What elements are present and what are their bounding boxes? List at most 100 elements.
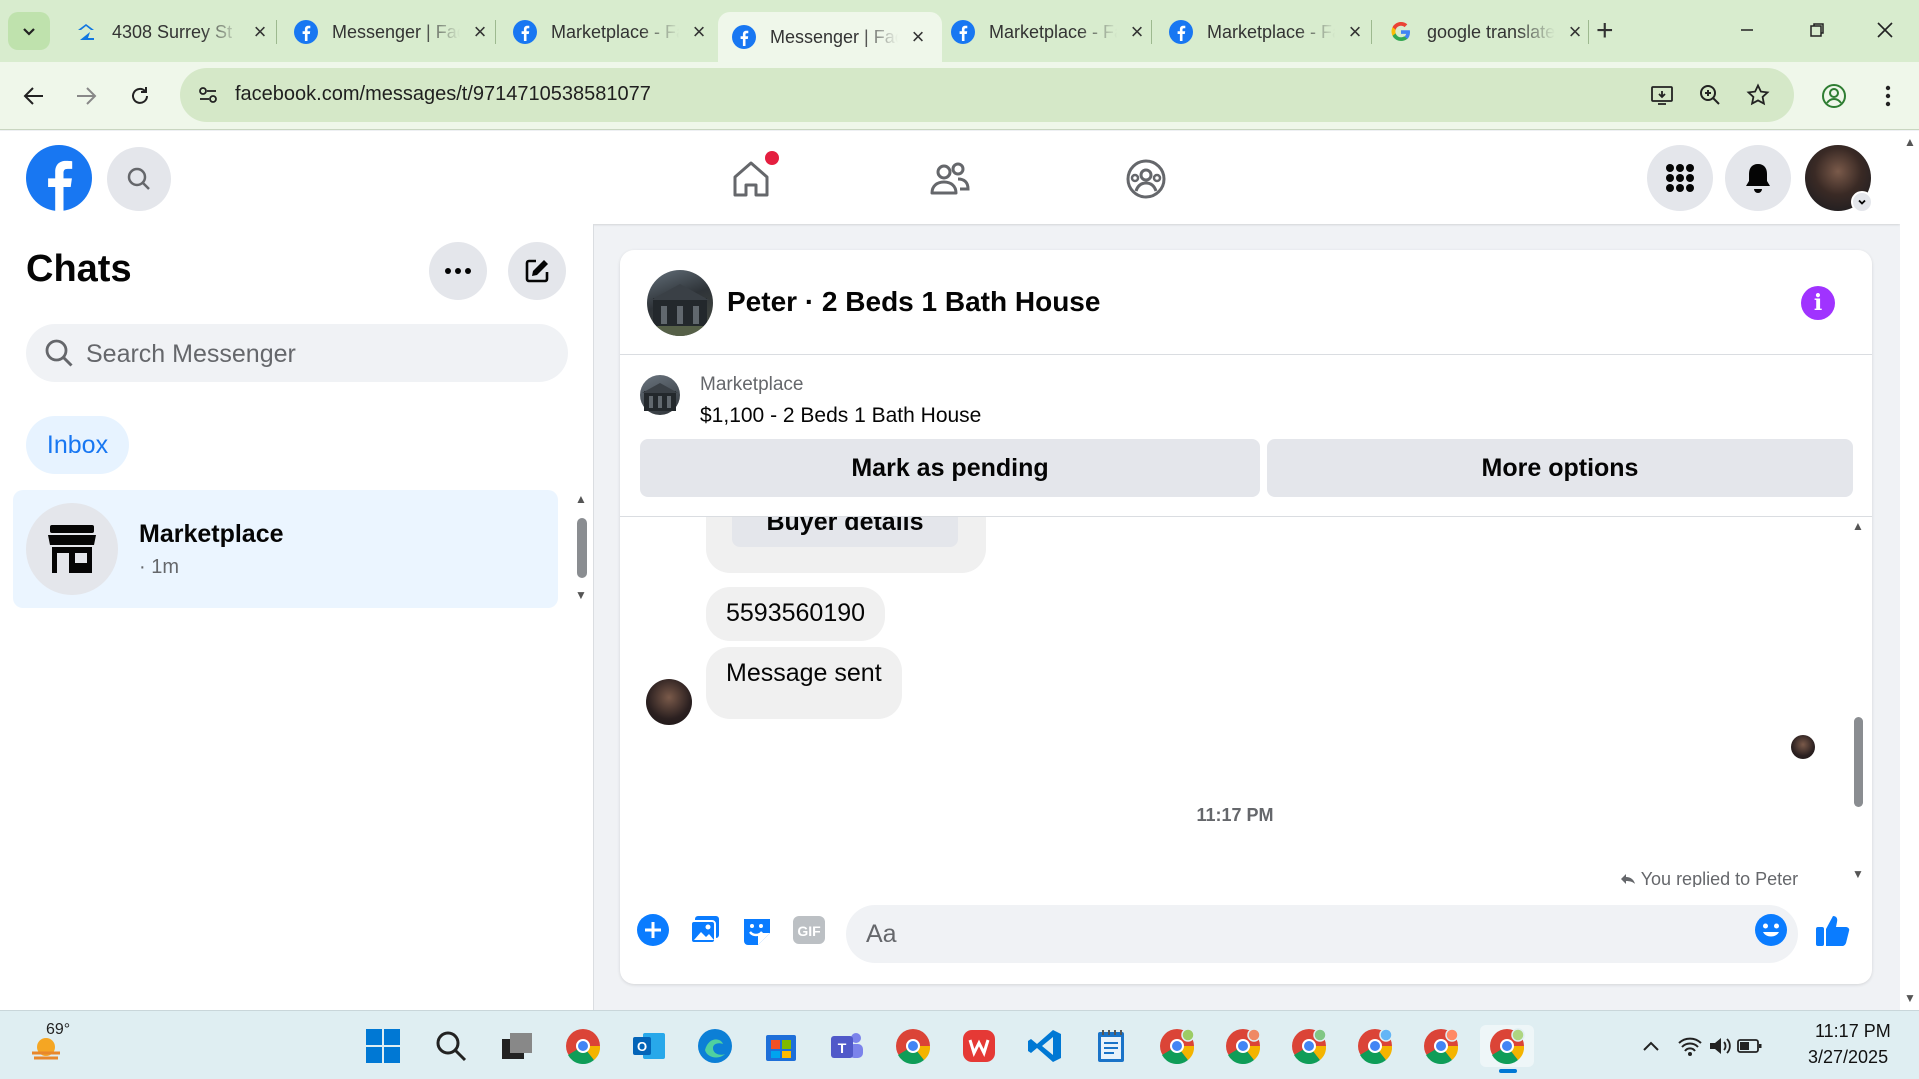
notifications-button[interactable] [1725,145,1791,211]
message-input[interactable] [846,905,1798,963]
chrome-profile-app[interactable] [1288,1025,1330,1067]
replied-note-text: You replied to Peter [1640,869,1799,887]
url-text[interactable]: facebook.com/messages/t/9714710538581077 [235,83,651,106]
search-button[interactable] [107,147,171,211]
chrome-profile-app[interactable] [1354,1025,1396,1067]
close-icon[interactable]: × [1345,19,1365,45]
outlook-app[interactable]: O [628,1025,670,1067]
browser-tab[interactable]: 4308 Surrey St × [60,12,284,52]
chrome-app[interactable] [892,1025,934,1067]
new-message-button[interactable] [508,242,566,300]
task-view-button[interactable] [496,1025,538,1067]
taskbar-clock-date[interactable]: 3/27/2025 [1808,1047,1888,1068]
close-icon[interactable]: × [470,19,490,45]
edge-app[interactable] [694,1025,736,1067]
scroll-up-arrow-icon[interactable]: ▲ [1904,135,1916,149]
start-button[interactable] [362,1025,404,1067]
browser-tab[interactable]: google translate × [1375,12,1599,52]
chrome-profile-app[interactable] [1222,1025,1264,1067]
thread-scrollbar[interactable]: ▲ ▼ [1851,517,1865,887]
teams-app[interactable]: T [826,1025,868,1067]
message-bubble[interactable]: 5593560190 [706,587,886,641]
conversation-title[interactable]: Peter · 2 Beds 1 Bath House [727,286,1100,318]
chrome-profile-app-active[interactable] [1480,1025,1534,1067]
scroll-down-arrow-icon[interactable]: ▼ [1852,867,1864,881]
listing-title[interactable]: $1,100 - 2 Beds 1 Bath House [700,404,981,428]
add-attachment-button[interactable] [634,911,672,949]
buyer-details-button[interactable]: Buyer details [732,517,958,547]
taskbar-search-button[interactable] [430,1025,472,1067]
browser-tab[interactable]: Marketplace - Facebook × [1155,12,1379,52]
close-window-button[interactable] [1860,10,1910,50]
emoji-button[interactable] [1752,911,1790,949]
scroll-down-arrow-icon[interactable]: ▼ [1904,991,1916,1005]
sticker-button[interactable] [738,911,776,949]
chat-options-button[interactable] [429,242,487,300]
like-button[interactable] [1814,911,1852,949]
taskbar-clock-time[interactable]: 11:17 PM [1815,1021,1891,1042]
vscode-app[interactable] [1024,1025,1066,1067]
groups-nav-button[interactable] [1122,155,1170,203]
sidebar-scrollbar-thumb[interactable] [577,518,587,578]
minimize-button[interactable] [1722,10,1772,50]
chat-list-item[interactable]: Marketplace · 1m [13,490,558,608]
home-nav-button[interactable] [727,151,779,203]
mark-as-pending-button[interactable]: Mark as pending [640,439,1260,497]
inbox-filter-tab[interactable]: Inbox [26,416,129,474]
thread-scrollbar-thumb[interactable] [1854,717,1863,807]
close-icon[interactable]: × [1565,19,1585,45]
microsoft-store-app[interactable] [760,1025,802,1067]
tab-title: Messenger | Facebook [332,21,460,42]
chrome-profile-app[interactable] [1420,1025,1462,1067]
message-bubble[interactable]: Message sent [706,647,902,719]
windows-logo-icon [366,1029,400,1063]
forward-button[interactable] [66,76,106,116]
profile-button[interactable] [1814,76,1854,116]
notepad-app[interactable] [1090,1025,1132,1067]
browser-tab[interactable]: Marketplace - Facebook × [937,12,1161,52]
more-options-button[interactable]: More options [1267,439,1853,497]
svg-text:O: O [637,1039,647,1054]
friends-nav-button[interactable] [926,155,974,203]
close-icon[interactable]: × [908,24,928,50]
info-icon[interactable]: i [1801,286,1835,320]
close-icon[interactable]: × [1127,19,1147,45]
scroll-up-arrow-icon[interactable]: ▲ [1852,519,1864,533]
page-scrollbar[interactable]: ▲ ▼ [1900,131,1919,1010]
peer-avatar[interactable] [647,270,713,336]
messenger-search[interactable]: Search Messenger [26,324,568,382]
bookmark-star-icon[interactable] [1744,81,1772,109]
site-settings-icon[interactable] [194,81,222,109]
browser-tab[interactable]: Messenger | Facebook × [280,12,504,52]
photo-button[interactable] [686,911,724,949]
facebook-logo-icon[interactable] [26,145,92,216]
show-hidden-icons-button[interactable] [1630,1025,1672,1067]
wps-office-app[interactable] [958,1025,1000,1067]
menu-button[interactable] [1868,76,1908,116]
scroll-up-arrow-icon[interactable]: ▲ [575,492,587,506]
close-icon[interactable]: × [689,19,709,45]
chrome-profile-app[interactable] [1156,1025,1198,1067]
arrow-left-icon [23,87,43,105]
scroll-down-arrow-icon[interactable]: ▼ [575,588,587,602]
back-button[interactable] [14,76,54,116]
listing-thumbnail[interactable] [640,375,680,415]
account-avatar[interactable] [1805,145,1873,213]
system-tray-status[interactable] [1676,1025,1764,1067]
browser-tab[interactable]: Marketplace - Facebook × [499,12,723,52]
browser-tab-active[interactable]: Messenger | Facebook × [718,12,942,62]
tab-search-button[interactable] [8,12,50,50]
gif-button[interactable]: GIF [790,911,828,949]
chrome-profile-app[interactable] [562,1025,604,1067]
zoom-icon[interactable] [1696,81,1724,109]
restore-button[interactable] [1792,10,1842,50]
reload-button[interactable] [120,76,160,116]
menu-apps-button[interactable] [1647,145,1713,211]
chevron-up-icon [1643,1041,1659,1051]
sender-avatar[interactable] [646,679,692,725]
facebook-icon [1169,20,1193,44]
close-icon[interactable]: × [250,19,270,45]
address-bar[interactable]: facebook.com/messages/t/9714710538581077 [180,68,1794,122]
install-app-icon[interactable] [1648,81,1676,109]
new-tab-button[interactable]: + [1596,14,1614,48]
